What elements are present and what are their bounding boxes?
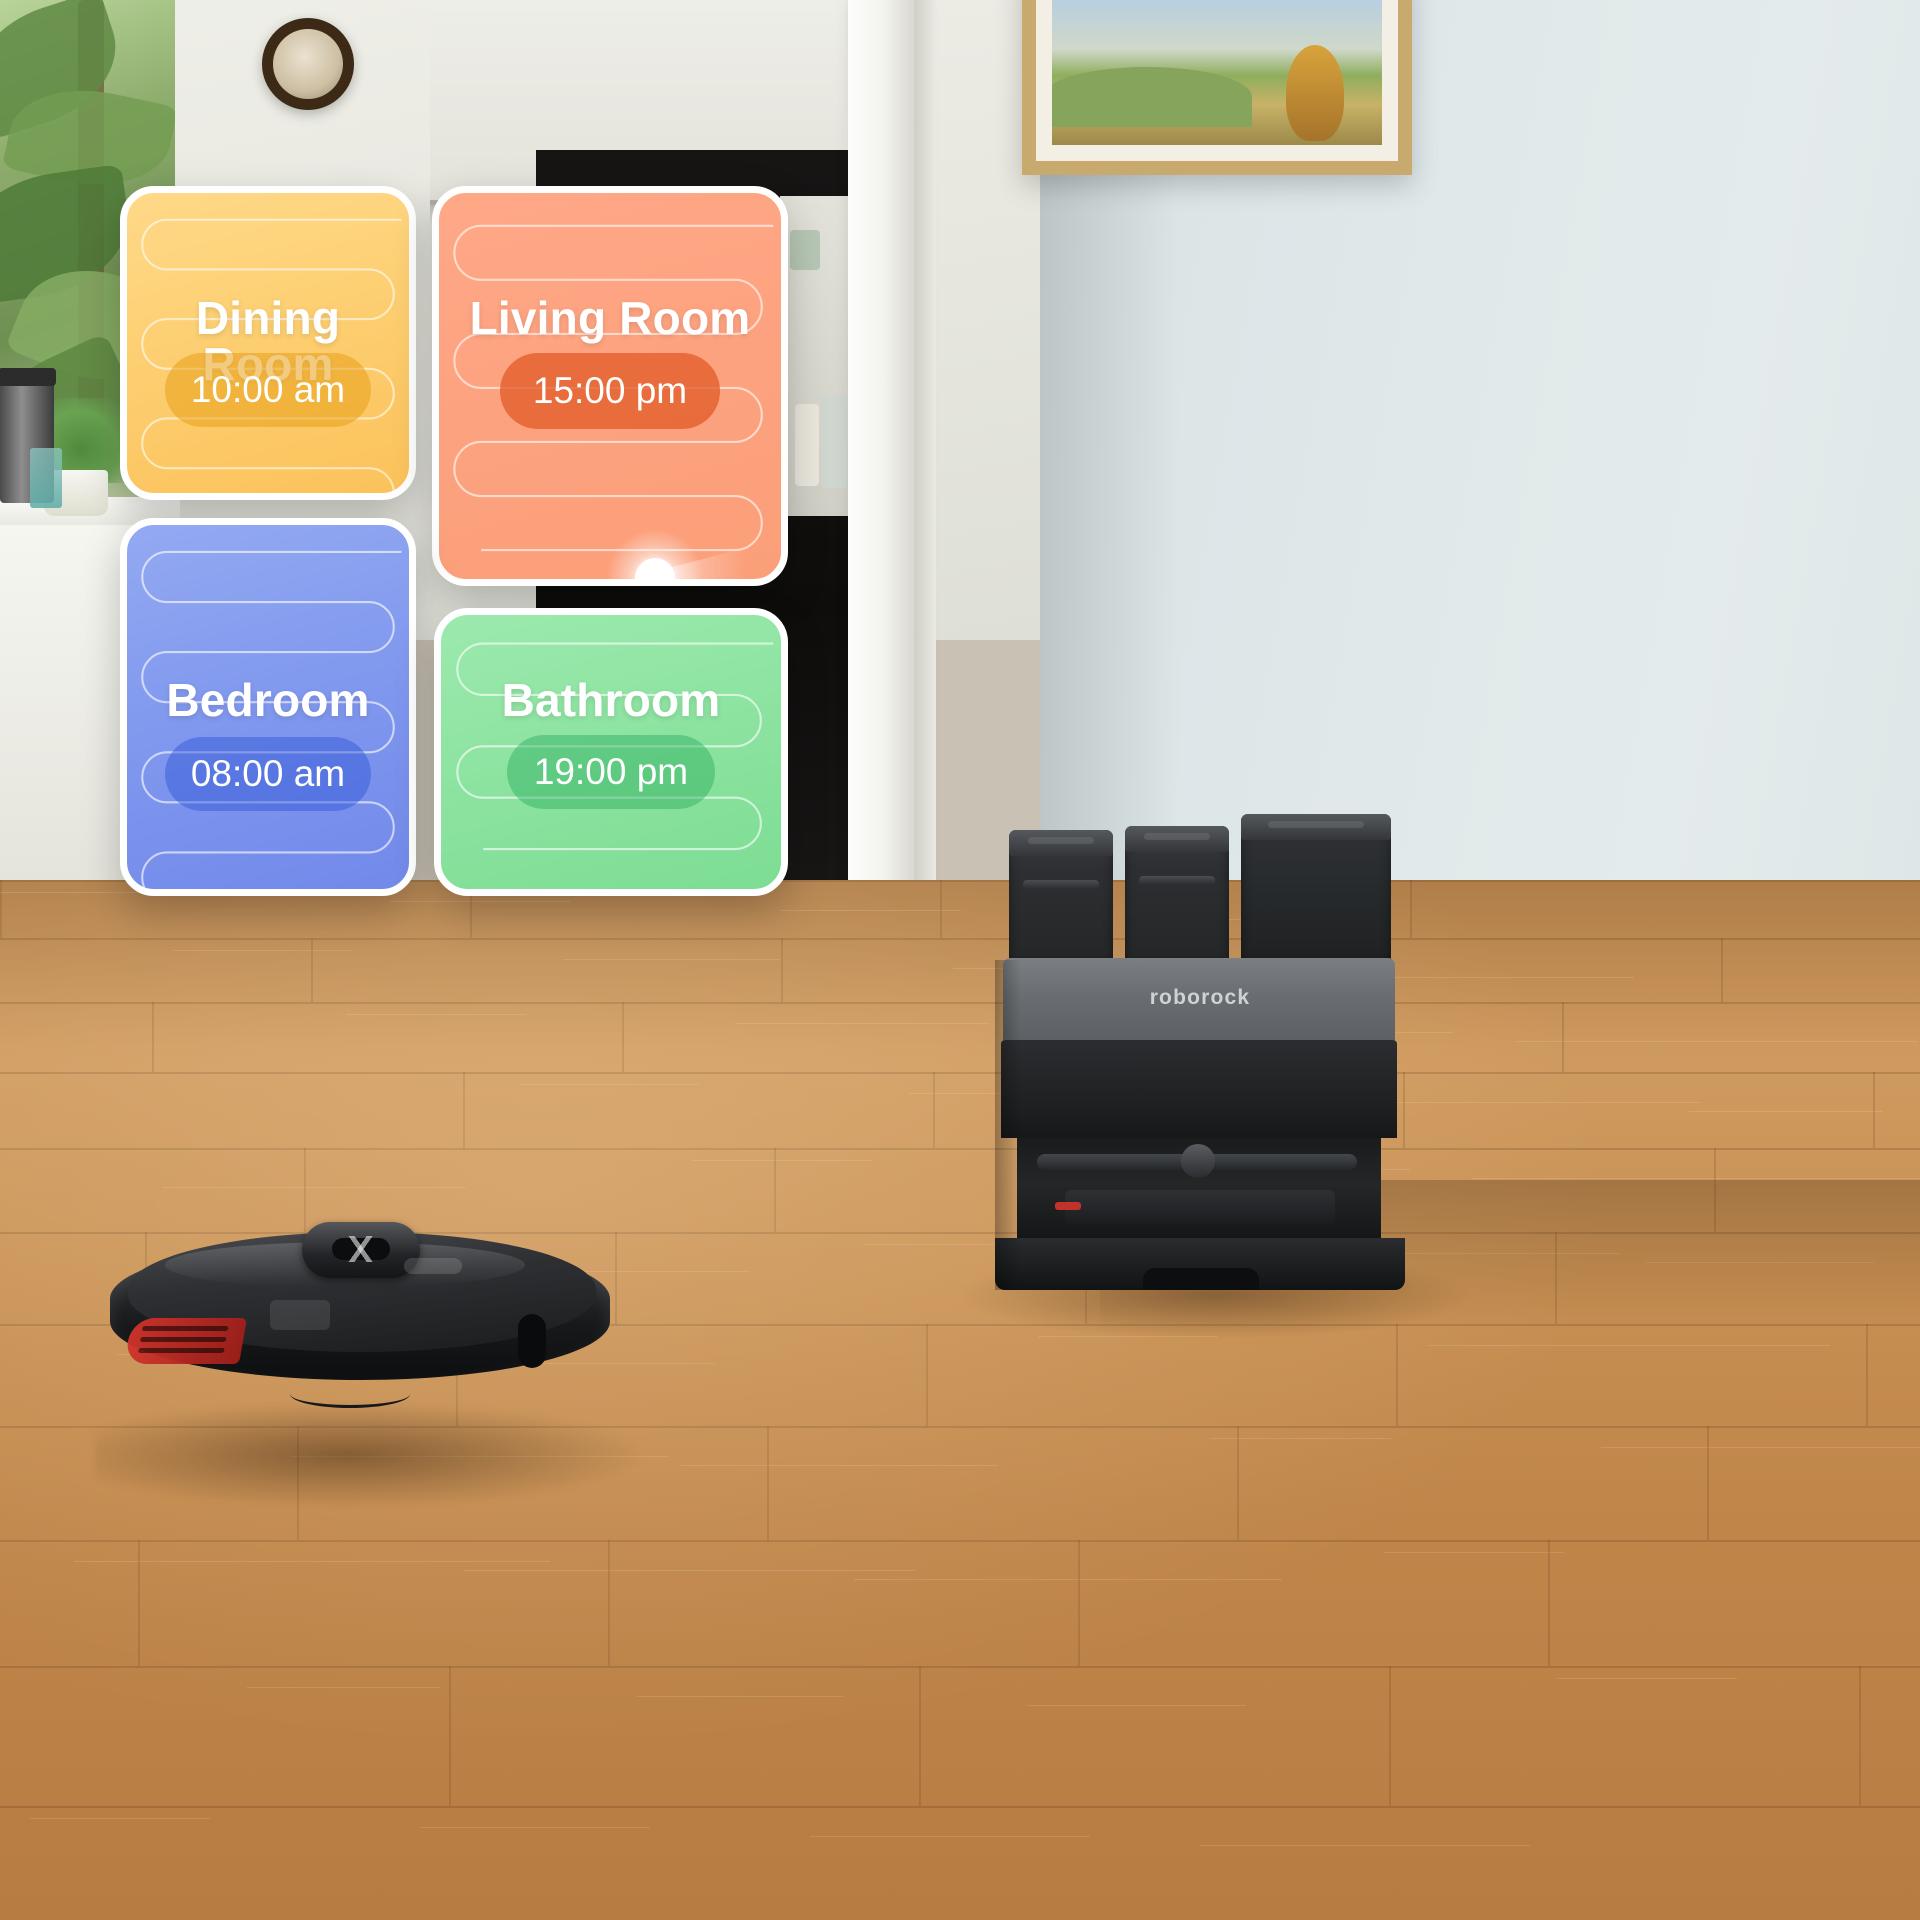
room-name-label: Living Room bbox=[469, 292, 751, 344]
room-name-label: Bedroom bbox=[166, 674, 370, 726]
robot-position-dot-icon bbox=[607, 530, 745, 579]
room-card-dining-room[interactable]: Dining Room 10:00 am bbox=[120, 186, 416, 500]
schedule-time-pill[interactable]: 19:00 pm bbox=[507, 735, 715, 809]
schedule-time-pill[interactable]: 10:00 am bbox=[165, 353, 371, 427]
room-card-bathroom[interactable]: Bathroom 19:00 pm bbox=[434, 608, 788, 896]
room-card-bedroom[interactable]: Bedroom 08:00 am bbox=[120, 518, 416, 896]
room-name-label: Bathroom bbox=[501, 674, 721, 726]
room-schedule-overlay: Dining Room 10:00 am Living Room 15:00 p… bbox=[0, 0, 1920, 1920]
schedule-time-pill[interactable]: 08:00 am bbox=[165, 737, 371, 811]
room-card-living-room[interactable]: Living Room 15:00 pm bbox=[432, 186, 788, 586]
schedule-time-pill[interactable]: 15:00 pm bbox=[500, 353, 720, 429]
